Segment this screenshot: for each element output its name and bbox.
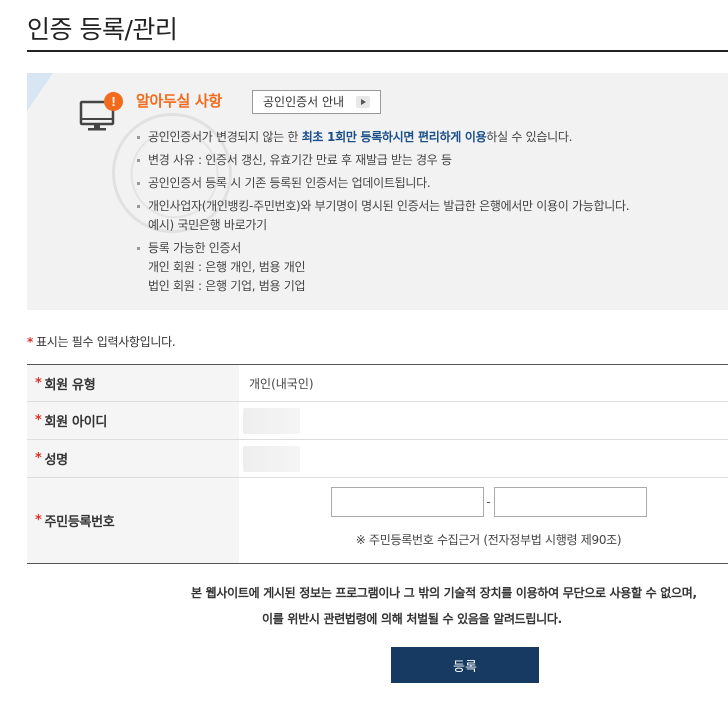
member-id-value bbox=[243, 407, 300, 434]
kb-bank-shortcut-link[interactable]: 예시) 국민은행 바로가기 bbox=[148, 216, 629, 235]
member-type-label: 회원 유형 bbox=[44, 377, 96, 393]
notice-heading: 알아두실 사항 bbox=[136, 92, 222, 110]
required-note: * 표시는 필수 입력사항입니다. bbox=[27, 335, 176, 349]
form-row-member-type: * 회원 유형 개인(내국인) bbox=[27, 365, 728, 402]
name-label: 성명 bbox=[44, 453, 69, 468]
certificate-guide-button[interactable]: 공인인증서 안내 bbox=[252, 90, 381, 114]
form-row-name: * 성명 bbox=[27, 440, 728, 478]
notice-item: 변경 사유 : 인증서 갱신, 유효기간 만료 후 재발급 받는 경우 등 bbox=[135, 151, 629, 170]
name-value bbox=[243, 445, 300, 472]
legal-notice-line1: 본 웹사이트에 게시된 정보는 프로그램이나 그 밖의 기술적 장치를 이용하여… bbox=[191, 586, 697, 600]
resident-number-back-input[interactable] bbox=[493, 487, 647, 517]
notice-item: 공인인증서가 변경되지 않는 한 최초 1회만 등록하시면 편리하게 이용하실 … bbox=[135, 128, 629, 147]
member-id-label: 회원 아이디 bbox=[44, 415, 108, 430]
form-row-member-id: * 회원 아이디 bbox=[27, 402, 728, 440]
form-row-resident-number: * 주민등록번호 - ※ 주민등록번호 수집근거 (전자정부법 시행령 제90조) bbox=[27, 478, 728, 564]
page-title: 인증 등록/관리 bbox=[27, 15, 178, 44]
member-type-value: 개인(내국인) bbox=[249, 376, 314, 391]
legal-notice-line2: 이를 위반시 관련법령에 의해 처벌될 수 있음을 알려드립니다. bbox=[262, 612, 562, 626]
title-divider bbox=[27, 50, 728, 52]
corner-accent bbox=[27, 73, 53, 111]
required-star: * bbox=[27, 335, 33, 349]
resident-number-legal-note: ※ 주민등록번호 수집근거 (전자정부법 시행령 제90조) bbox=[355, 533, 622, 547]
arrow-right-icon bbox=[356, 96, 370, 108]
notice-item: 개인사업자(개인뱅킹-주민번호)와 부기명이 명시된 인증서는 발급한 은행에서… bbox=[135, 197, 630, 235]
certificate-guide-label: 공인인증서 안내 bbox=[263, 95, 345, 109]
alert-icon: ! bbox=[104, 92, 123, 111]
resident-number-dash: - bbox=[486, 495, 491, 509]
resident-number-label: 주민등록번호 bbox=[44, 515, 115, 530]
resident-number-front-input[interactable] bbox=[330, 487, 484, 517]
register-button[interactable]: 등록 bbox=[391, 647, 539, 683]
notice-item: 공인인증서 등록 시 기존 등록된 인증서는 업데이트됩니다. bbox=[135, 174, 629, 193]
notice-item: 등록 가능한 인증서 개인 회원 : 은행 개인, 범용 개인 법인 회원 : … bbox=[135, 239, 629, 296]
notice-highlight: 최초 1회만 등록하시면 편리하게 이용 bbox=[301, 130, 487, 144]
notice-list: 공인인증서가 변경되지 않는 한 최초 1회만 등록하시면 편리하게 이용하실 … bbox=[135, 128, 630, 300]
registration-form: * 회원 유형 개인(내국인) * 회원 아이디 * 성명 * 주민등록번호 - ※ 주… bbox=[27, 364, 728, 564]
notice-box: ! 알아두실 사항 공인인증서 안내 공인인증서가 변경되지 않는 한 최초 1… bbox=[27, 73, 728, 310]
